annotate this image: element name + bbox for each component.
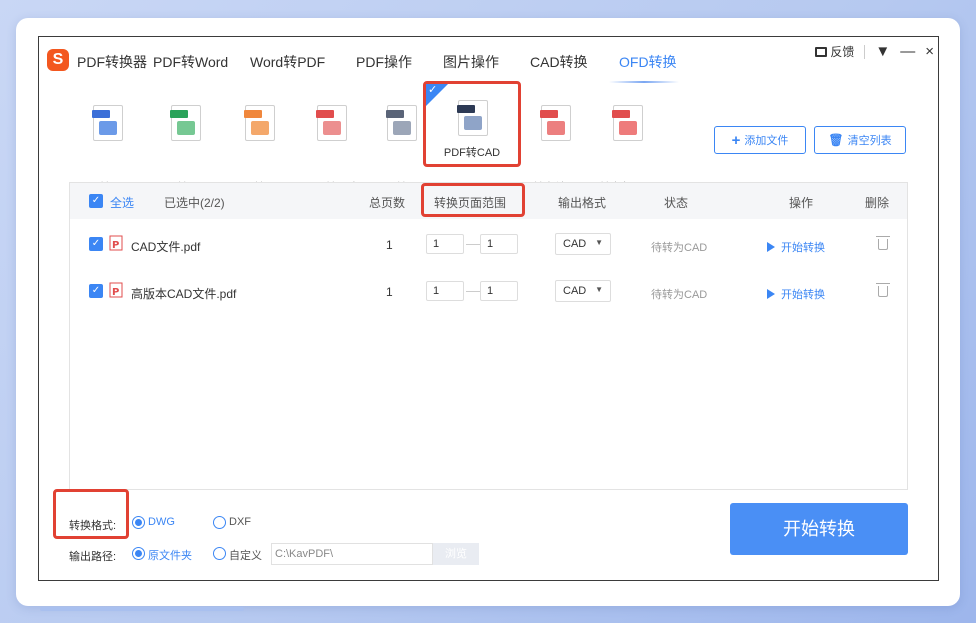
custom-path-label[interactable]: 自定义 — [229, 547, 262, 563]
menu-pdf-operations[interactable]: PDF操作 — [356, 52, 412, 72]
excel-file-icon — [170, 105, 201, 141]
app-window: S PDF转换器 PDF转Word Word转PDF PDF操作 图片操作 CA… — [38, 36, 939, 581]
output-path-label: 输出路径: — [69, 551, 117, 563]
custom-path-radio[interactable] — [213, 547, 226, 560]
add-file-label: 添加文件 — [744, 135, 789, 147]
range-to-input[interactable]: 1 — [480, 234, 518, 254]
format-label: 转换格式: — [69, 520, 117, 532]
file-name: CAD文件.pdf — [131, 240, 201, 254]
play-icon — [767, 242, 775, 252]
range-from-input[interactable]: 1 — [426, 234, 464, 254]
format-value: CAD — [563, 285, 587, 297]
pdf-file-icon: P — [109, 282, 123, 298]
menu-cad-conversion[interactable]: CAD转换 — [530, 52, 588, 72]
tool-to-vector-image[interactable]: 转为矢量图 — [591, 99, 663, 195]
feedback-button[interactable]: 反馈 — [815, 43, 854, 60]
svg-text:P: P — [112, 287, 119, 298]
start-convert-button[interactable]: 开始转换 — [730, 503, 908, 555]
dwg-file-icon — [457, 100, 488, 136]
menu-word-to-pdf[interactable]: Word转PDF — [250, 52, 325, 72]
browse-button[interactable]: 浏览 — [433, 543, 479, 565]
clear-list-label: 清空列表 — [847, 135, 892, 147]
feedback-icon — [815, 46, 828, 57]
word-file-icon — [92, 105, 123, 141]
header-format: 输出格式 — [558, 196, 607, 210]
plus-icon: + — [731, 131, 741, 149]
original-folder-radio[interactable] — [132, 547, 145, 560]
format-select[interactable]: CAD ▼ — [555, 233, 611, 255]
page-count: 1 — [386, 285, 393, 299]
tool-pdf-to-word[interactable]: PDF转Word — [71, 99, 143, 195]
txt-file-icon — [386, 105, 417, 141]
select-all-label[interactable]: 全选 — [110, 194, 134, 211]
window-controls: 反馈 ▼ — × — [815, 43, 934, 60]
dxf-radio-label[interactable]: DXF — [229, 516, 251, 528]
pdf-file-icon: P — [109, 235, 123, 251]
app-logo-icon: S — [47, 49, 69, 71]
start-convert-label: 开始转换 — [781, 242, 825, 254]
row-checkbox[interactable]: ✓ — [89, 284, 103, 298]
dwg-radio-label[interactable]: DWG — [148, 516, 175, 528]
row-checkbox[interactable]: ✓ — [89, 237, 103, 251]
top-menu-bar: S PDF转换器 PDF转Word Word转PDF PDF操作 图片操作 CA… — [39, 37, 938, 83]
caret-down-icon: ▼ — [595, 285, 603, 294]
clear-list-button[interactable]: 🗑 清空列表 — [814, 126, 906, 154]
delete-row-icon[interactable] — [876, 283, 890, 297]
trash-icon: 🗑 — [828, 133, 844, 147]
header-pages: 总页数 — [369, 196, 406, 210]
page-count: 1 — [386, 238, 393, 252]
header-delete: 删除 — [865, 196, 890, 210]
svg-text:P: P — [112, 240, 119, 251]
range-to-input[interactable]: 1 — [480, 281, 518, 301]
menu-ofd-conversion[interactable]: OFD转换 — [619, 52, 677, 72]
tool-pdf-to-cad[interactable]: ✓ PDF转CAD — [423, 81, 521, 167]
add-file-button[interactable]: + 添加文件 — [714, 126, 806, 154]
format-select[interactable]: CAD ▼ — [555, 280, 611, 302]
start-convert-label: 开始转换 — [781, 289, 825, 301]
format-value: CAD — [563, 238, 587, 250]
controls-divider — [864, 44, 866, 59]
file-table: ✓ 全选 已选中(2/2) 总页数 转换页面范围 输出格式 状态 操作 删除 ✓… — [69, 182, 908, 490]
menu-pdf-converter[interactable]: PDF转换器 — [77, 52, 147, 72]
dxf-radio[interactable] — [213, 516, 226, 529]
menu-pdf-to-word[interactable]: PDF转Word — [153, 52, 228, 72]
tool-pdf-to-excel[interactable]: PDF转Excel — [149, 99, 221, 195]
range-from-input[interactable]: 1 — [426, 281, 464, 301]
feedback-label: 反馈 — [830, 45, 855, 59]
minimize-button[interactable]: — — [900, 43, 915, 60]
ppt-file-icon — [244, 105, 275, 141]
range-separator — [466, 244, 480, 245]
header-status: 状态 — [664, 196, 689, 210]
caret-down-icon: ▼ — [595, 238, 603, 247]
delete-row-icon[interactable] — [876, 236, 890, 250]
selected-count: 已选中(2/2) — [164, 196, 225, 210]
play-icon — [767, 289, 775, 299]
active-menu-underline — [609, 81, 679, 83]
card-decoration-bar — [40, 607, 244, 611]
filter-dropdown-icon[interactable]: ▼ — [875, 43, 890, 60]
dwg-radio[interactable] — [132, 516, 145, 529]
tool-label: PDF转CAD — [443, 147, 501, 159]
status-text: 待转为CAD — [651, 242, 708, 254]
close-button[interactable]: × — [925, 43, 934, 60]
output-path-input[interactable]: C:\KavPDF\ — [271, 543, 433, 565]
start-convert-link[interactable]: 开始转换 — [767, 239, 825, 255]
vector-file-icon — [612, 105, 643, 141]
file-name: 高版本CAD文件.pdf — [131, 287, 237, 301]
range-header-highlight — [421, 183, 525, 217]
original-folder-label[interactable]: 原文件夹 — [148, 547, 192, 563]
pure-image-file-icon — [540, 105, 571, 141]
start-convert-link[interactable]: 开始转换 — [767, 286, 825, 302]
image-file-icon — [316, 105, 347, 141]
select-all-checkbox[interactable]: ✓ — [89, 194, 103, 208]
status-text: 待转为CAD — [651, 289, 708, 301]
menu-image-operations[interactable]: 图片操作 — [443, 52, 499, 72]
header-operation: 操作 — [789, 196, 814, 210]
range-separator — [466, 291, 480, 292]
checkmark-icon: ✓ — [428, 84, 438, 96]
